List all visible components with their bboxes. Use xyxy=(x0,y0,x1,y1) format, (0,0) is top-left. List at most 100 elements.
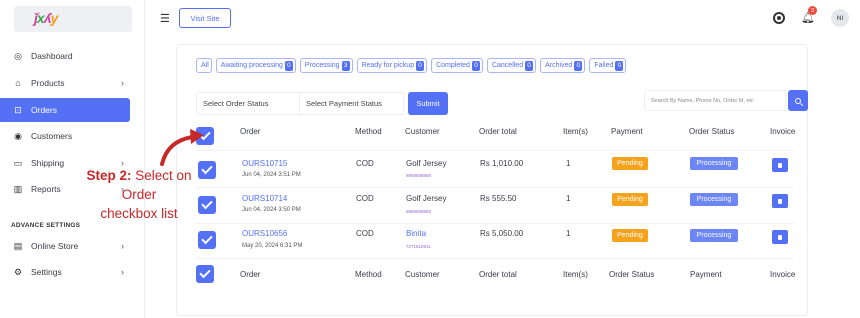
row-checkbox[interactable] xyxy=(198,196,216,214)
sidebar-item-label: Customers xyxy=(31,131,73,141)
visit-site-button[interactable]: Visit Site xyxy=(179,8,231,28)
filter-label: Cancelled xyxy=(491,62,524,69)
column-header-order-total[interactable]: Order total xyxy=(479,127,517,136)
column-header-method[interactable]: Method xyxy=(355,127,382,136)
filter-label: Processing xyxy=(304,62,340,69)
order-status-badge: Processing xyxy=(690,157,738,170)
submit-button[interactable]: Submit xyxy=(408,92,448,115)
filter-tab-failed[interactable]: Failed 0 xyxy=(589,58,627,73)
cart-icon: ⊡ xyxy=(14,104,22,115)
order-status-select[interactable]: Select Order Status xyxy=(196,92,300,115)
customer-phone: 9888888888 xyxy=(406,173,432,178)
customer-name[interactable]: Binita xyxy=(406,229,426,238)
order-total: Rs 555.50 xyxy=(480,194,517,203)
menu-toggle-icon[interactable]: ☰ xyxy=(160,12,170,25)
row-checkbox[interactable] xyxy=(198,231,216,249)
select-all-footer-checkbox[interactable] xyxy=(196,265,214,283)
column-header-invoice[interactable]: Invoice xyxy=(770,127,795,136)
footer-header-invoice: Invoice xyxy=(770,270,796,279)
search-input[interactable]: Search By Name, Phone No, Order Id, etc xyxy=(644,90,786,111)
customer-name[interactable]: Golf Jersey xyxy=(406,159,446,168)
filter-tab-completed[interactable]: Completed 0 xyxy=(431,58,483,73)
order-date: Jun 04, 2024 3:50 PM xyxy=(242,207,301,213)
status-filter-tabs: All Awaiting processing 0 Processing 3 Rea… xyxy=(196,58,627,73)
annotation-line-3: checkbox list xyxy=(100,206,178,221)
search-button[interactable] xyxy=(788,90,808,111)
sidebar-item-label: Online Store xyxy=(31,241,79,251)
sidebar-item-label: Orders xyxy=(31,105,57,115)
sidebar-item-products[interactable]: ⌂ Products › xyxy=(0,71,130,95)
sidebar-item-dashboard[interactable]: ◎ Dashboard xyxy=(0,44,130,68)
order-total: Rs 1,010.00 xyxy=(480,159,524,168)
order-date: Jun 04, 2024 3:51 PM xyxy=(242,172,301,178)
chevron-right-icon: › xyxy=(121,241,124,251)
filter-tab-archived[interactable]: Archived 0 xyxy=(540,58,586,73)
filter-label: Archived xyxy=(545,62,573,69)
column-header-items[interactable]: Item(s) xyxy=(563,127,588,136)
sidebar-item-label: Dashboard xyxy=(31,51,73,61)
products-icon: ⌂ xyxy=(15,78,21,88)
sidebar-item-settings[interactable]: ⚙ Settings › xyxy=(0,260,130,284)
filter-tab-awaiting-processing[interactable]: Awaiting processing 0 xyxy=(215,58,296,73)
settings-gear-icon[interactable] xyxy=(773,12,785,24)
footer-header-customer: Customer xyxy=(405,270,440,279)
sidebar-item-online-store[interactable]: ▤ Online Store › xyxy=(0,234,130,258)
row-divider xyxy=(196,258,794,259)
filter-label: Completed xyxy=(436,62,470,69)
logo-mark: ǰxʎy xyxy=(34,10,58,26)
row-divider xyxy=(196,187,794,188)
truck-icon: ▭ xyxy=(13,157,23,168)
order-id-link[interactable]: OURS10714 xyxy=(242,194,287,203)
customer-name[interactable]: Golf Jersey xyxy=(406,194,446,203)
filter-tab-ready-for-pickup[interactable]: Ready for pickup 0 xyxy=(356,58,428,73)
filter-tab-cancelled[interactable]: Cancelled 0 xyxy=(486,58,537,73)
sidebar-item-label: Settings xyxy=(31,267,62,277)
customer-phone: 7271818911 xyxy=(406,244,431,249)
dashboard-icon: ◎ xyxy=(14,50,22,61)
customers-icon: ◉ xyxy=(14,130,22,141)
filter-count: 0 xyxy=(284,60,293,71)
filter-tab-processing[interactable]: Processing 3 xyxy=(299,58,353,73)
filter-count: 0 xyxy=(525,60,534,71)
column-header-order-status[interactable]: Order Status xyxy=(689,127,734,136)
brand-logo[interactable]: ǰxʎy xyxy=(14,6,132,32)
sidebar-item-label: Reports xyxy=(31,184,61,194)
topbar: ☰ Visit Site 🔔︎ 3 NI xyxy=(145,0,860,38)
avatar[interactable]: NI xyxy=(831,9,849,27)
invoice-button[interactable] xyxy=(772,230,788,244)
customer-phone: 9888888888 xyxy=(406,209,432,214)
column-header-payment[interactable]: Payment xyxy=(611,127,643,136)
chevron-right-icon: › xyxy=(121,78,124,88)
sidebar-item-customers[interactable]: ◉ Customers xyxy=(0,124,130,148)
sidebar-item-orders[interactable]: ⊡ Orders xyxy=(0,98,130,122)
footer-header-payment: Payment xyxy=(690,270,722,279)
invoice-button[interactable] xyxy=(772,158,788,172)
order-id-link[interactable]: OURS10656 xyxy=(242,229,287,238)
filter-count: 0 xyxy=(416,60,425,71)
order-method: COD xyxy=(356,159,374,168)
filter-count: 0 xyxy=(615,60,624,71)
filter-label: Awaiting processing xyxy=(220,62,283,69)
filter-controls: Select Order Status Select Payment Statu… xyxy=(196,92,448,115)
filter-count: 0 xyxy=(574,60,583,71)
filter-count: 0 xyxy=(471,60,480,71)
footer-header-items: Item(s) xyxy=(563,270,588,279)
sidebar-item-label: Products xyxy=(31,78,65,88)
invoice-button[interactable] xyxy=(772,194,788,208)
annotation-callout: Step 2: Select on Order checkbox list xyxy=(84,166,194,223)
filter-tab-all[interactable]: All xyxy=(196,58,212,73)
gear-icon: ⚙ xyxy=(13,266,23,277)
advance-settings-heading: ADVANCE SETTINGS xyxy=(11,222,81,229)
column-header-customer[interactable]: Customer xyxy=(405,127,440,136)
column-header-order[interactable]: Order xyxy=(240,127,260,136)
store-icon: ▤ xyxy=(13,240,23,251)
item-count: 1 xyxy=(566,159,571,168)
order-status-badge: Processing xyxy=(690,193,738,206)
order-id-link[interactable]: OURS10715 xyxy=(242,159,287,168)
notification-count-badge: 3 xyxy=(808,6,817,15)
footer-header-order: Order xyxy=(240,270,261,279)
sidebar-item-label: Shipping xyxy=(31,158,65,168)
payment-status-select[interactable]: Select Payment Status xyxy=(300,92,404,115)
order-date: May 20, 2024 6:31 PM xyxy=(242,243,303,249)
search-icon xyxy=(795,97,801,104)
